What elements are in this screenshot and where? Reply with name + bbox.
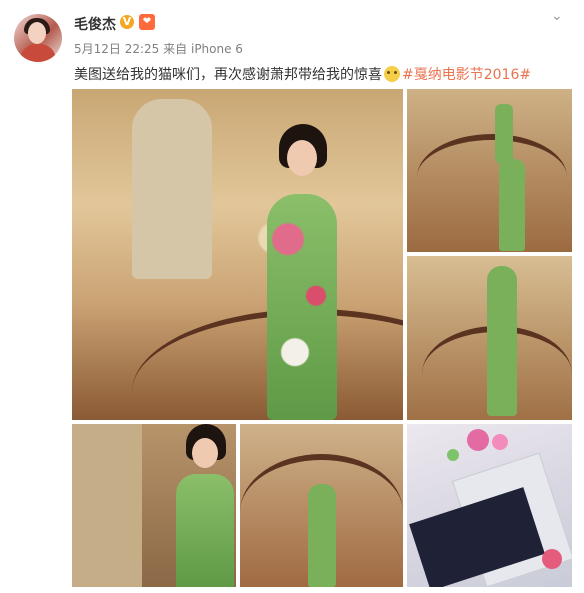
photo-2[interactable]	[407, 89, 572, 252]
flower-shape	[542, 549, 562, 569]
woman-figure	[487, 266, 517, 416]
verified-badge-icon[interactable]: V	[120, 15, 134, 29]
photo-6-invitation[interactable]	[407, 424, 572, 587]
statue-shape	[132, 99, 212, 279]
chevron-down-icon[interactable]: ⌄	[551, 9, 563, 23]
device-name[interactable]: iPhone 6	[191, 42, 243, 56]
post-text-main: 美图送给我的猫咪们，再次感谢萧邦带给我的惊喜	[74, 67, 382, 83]
post-meta: 5月12日 22:25 来自 iPhone 6	[74, 40, 243, 57]
source-prefix: 来自	[163, 42, 188, 56]
post-text: 美图送给我的猫咪们，再次感谢萧邦带给我的惊喜 #戛纳电影节2016#	[74, 64, 531, 84]
avatar-face	[28, 22, 46, 44]
photo-3[interactable]	[407, 256, 572, 420]
fan-badge-icon[interactable]: ❤	[139, 14, 155, 30]
woman-figure	[172, 424, 236, 587]
woman-figure	[499, 159, 525, 251]
post-date[interactable]: 5月12日 22:25	[74, 42, 159, 56]
leaf-shape	[447, 449, 459, 461]
topic-link[interactable]: #戛纳电影节2016#	[402, 67, 531, 83]
woman-figure	[308, 484, 336, 587]
door-shape	[72, 424, 142, 587]
avatar[interactable]	[14, 14, 62, 62]
photo-4[interactable]	[72, 424, 236, 587]
flower-shape	[467, 429, 489, 451]
avatar-dress	[20, 44, 56, 62]
emoji-icon	[384, 66, 400, 82]
woman-figure-small	[495, 104, 513, 164]
woman-figure	[257, 124, 347, 420]
photo-1-main[interactable]	[72, 89, 403, 420]
railing-shape	[417, 134, 567, 220]
photo-5[interactable]	[240, 424, 403, 587]
author-name[interactable]: 毛俊杰	[74, 14, 116, 34]
flower-shape	[492, 434, 508, 450]
